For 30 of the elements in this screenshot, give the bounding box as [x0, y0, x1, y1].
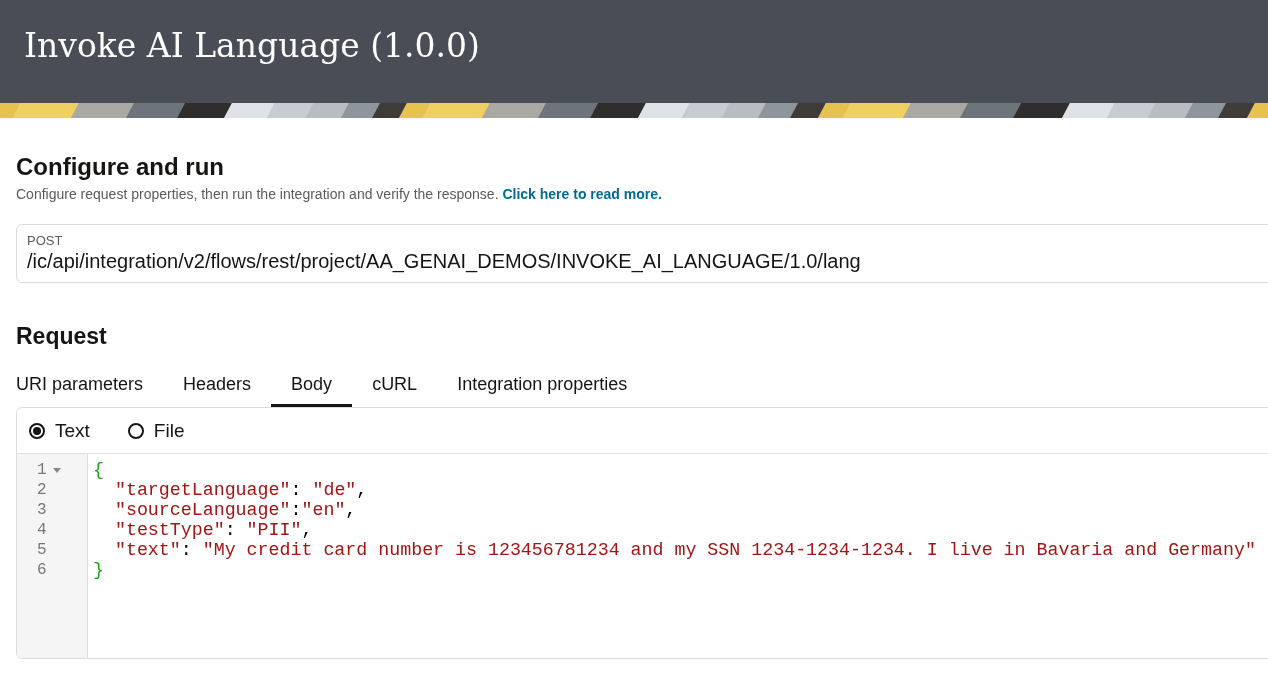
code-line: "text": "My credit card number is 123456781234 and my SSN 1234-1234-1234. I live in Bavaria and Germany": [113, 540, 1256, 560]
method-label: POST: [27, 233, 64, 248]
code-line: {: [93, 460, 105, 480]
line-number: 3: [37, 501, 47, 519]
section-heading: Request: [16, 322, 108, 350]
code-editor[interactable]: { "targetLanguage": "de", "sourceLanguage":"en", "testType": "PII", "text": "My credit card number is 123456781234 and my SSN 1234-1234-1234. I live in Bavaria and Germany" }: [88, 454, 1256, 658]
section-heading: Configure and run: [16, 152, 225, 182]
tab[interactable]: URI parameters: [16, 364, 164, 407]
radio-button[interactable]: [127, 422, 144, 439]
radio-button[interactable]: [29, 422, 45, 439]
radio-label: File: [153, 419, 185, 442]
radio-label: Text: [55, 419, 90, 442]
code-line: "sourceLanguage":"en",: [113, 500, 358, 520]
line-number: 2: [37, 481, 47, 499]
line-number: 6: [37, 561, 47, 579]
tab[interactable]: Integration properties: [437, 364, 648, 407]
description-text: Configure request properties, then run the integration and verify the response. Click here to read more.: [16, 186, 663, 202]
code-line: "targetLanguage": "de",: [113, 480, 369, 500]
line-number: 5: [37, 541, 47, 559]
endpoint-path: /ic/api/integration/v2/flows/rest/project/AA_GENAI_DEMOS/INVOKE_AI_LANGUAGE/1.0/lang: [27, 249, 862, 275]
page-title: Invoke AI Language (1.0.0): [24, 26, 480, 65]
tab[interactable]: cURL: [352, 364, 438, 407]
line-number: 1: [37, 461, 47, 479]
line-number: 4: [37, 521, 47, 539]
code-line: }: [93, 560, 105, 580]
tab[interactable]: Headers: [163, 364, 272, 407]
read-more-link[interactable]: Click here to read more.: [502, 186, 662, 202]
fold-caret-icon[interactable]: [51, 465, 62, 475]
code-line: "testType": "PII",: [113, 520, 314, 540]
tab[interactable]: Body: [271, 364, 353, 407]
